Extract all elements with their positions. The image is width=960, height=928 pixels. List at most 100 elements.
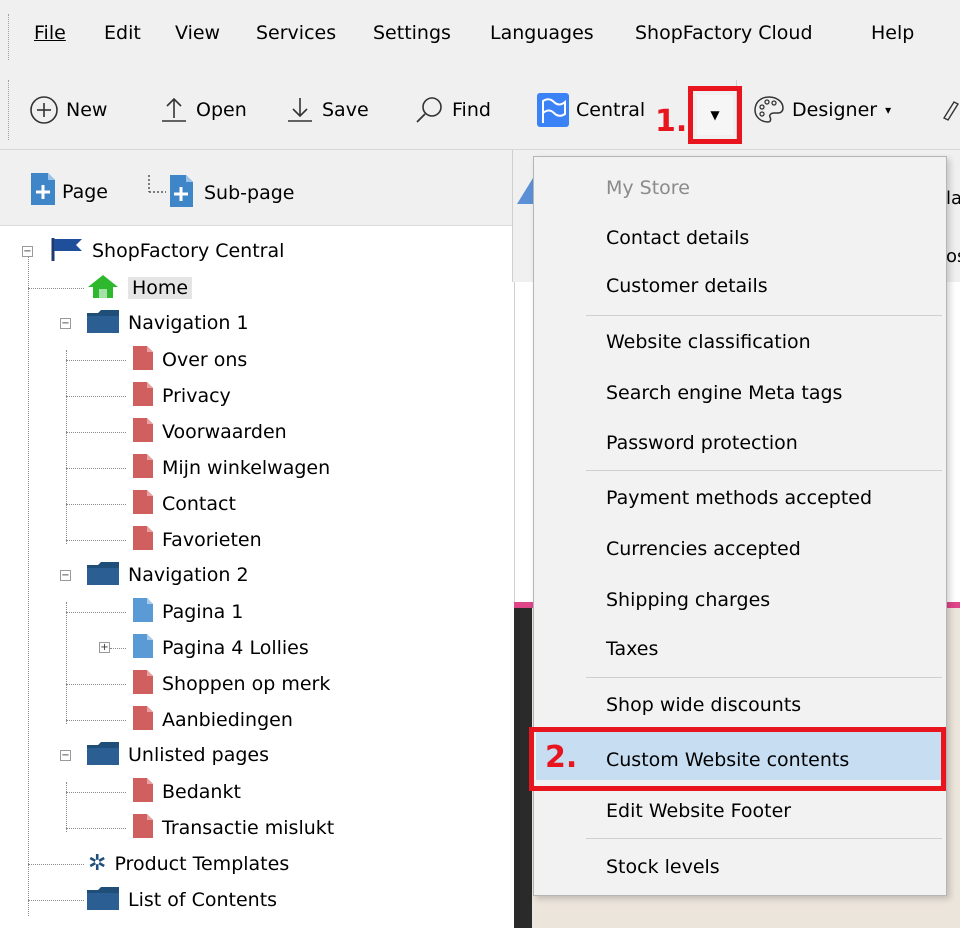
folder-icon <box>86 885 120 916</box>
pen-icon <box>940 94 960 126</box>
editor-text-fragment: la <box>946 188 960 209</box>
step1-label: 1. <box>655 104 688 139</box>
menu-separator <box>586 315 942 316</box>
page-toolbar: Page Sub-page <box>0 150 512 226</box>
tree-item-home[interactable]: Home <box>86 271 193 305</box>
page-icon <box>132 633 154 664</box>
tree-item-label: Favorieten <box>162 529 262 551</box>
palette-icon <box>752 94 786 126</box>
menu-item-taxes[interactable]: Taxes <box>606 638 658 660</box>
menu-item-search-engine-meta-tags[interactable]: Search engine Meta tags <box>606 382 842 404</box>
tree-item-page[interactable]: Privacy <box>132 379 231 413</box>
menu-languages[interactable]: Languages <box>490 22 594 44</box>
menu-services[interactable]: Services <box>256 22 336 44</box>
menu-item-currencies[interactable]: Currencies accepted <box>606 538 801 560</box>
tree-item-label: List of Contents <box>128 889 278 911</box>
tree-item-page[interactable]: Pagina 4 Lollies <box>132 631 309 665</box>
menu-item-shop-wide-discounts[interactable]: Shop wide discounts <box>606 694 801 716</box>
folder-icon <box>86 308 120 339</box>
tree-item-page[interactable]: Over ons <box>132 343 247 377</box>
tree-item-page[interactable]: Shoppen op merk <box>132 667 330 701</box>
page-icon <box>132 597 154 628</box>
collapse-toggle[interactable]: − <box>60 570 71 581</box>
tree-item-page[interactable]: Mijn winkelwagen <box>132 451 330 485</box>
tree-item-label: Bedankt <box>162 781 241 803</box>
add-page-button[interactable]: Page <box>30 172 108 211</box>
designer-button[interactable]: Designer ▾ <box>752 92 891 128</box>
page-icon <box>132 813 154 844</box>
open-button[interactable]: Open <box>158 92 247 128</box>
menu-item-website-classification[interactable]: Website classification <box>606 331 811 353</box>
find-button[interactable]: Find <box>414 92 491 128</box>
menu-item-shipping-charges[interactable]: Shipping charges <box>606 589 770 611</box>
menu-view[interactable]: View <box>175 22 220 44</box>
tree-root-label: ShopFactory Central <box>92 240 285 262</box>
tree-item-page[interactable]: Bedankt <box>132 775 241 809</box>
central-label: Central <box>576 99 646 121</box>
menu-separator <box>586 677 942 678</box>
folder-icon <box>86 560 120 591</box>
overflow-tool[interactable] <box>940 92 960 128</box>
menu-shopfactory-cloud[interactable]: ShopFactory Cloud <box>635 22 813 44</box>
editor-text-fragment: os <box>946 246 960 267</box>
step1-highlight-box <box>688 86 742 144</box>
tree-item-label: Contact <box>162 493 236 515</box>
tree-connector <box>28 288 84 289</box>
plus-circle-icon <box>28 94 60 126</box>
menu-settings[interactable]: Settings <box>373 22 451 44</box>
collapse-toggle[interactable]: − <box>60 750 71 761</box>
tree-item-label: Aanbiedingen <box>162 709 293 731</box>
menu-item-stock-levels[interactable]: Stock levels <box>606 856 720 878</box>
menu-item-payment-methods[interactable]: Payment methods accepted <box>606 487 872 509</box>
menu-file[interactable]: File <box>34 22 66 44</box>
page-icon <box>132 777 154 808</box>
tree-item-page[interactable]: Voorwaarden <box>132 415 287 449</box>
flag-icon <box>50 236 84 267</box>
tree-item-unlisted-pages[interactable]: Unlisted pages <box>86 738 269 772</box>
tree-item-label: Unlisted pages <box>128 744 269 766</box>
tree-item-navigation-2[interactable]: Navigation 2 <box>86 558 249 592</box>
tree-item-label: Voorwaarden <box>162 421 287 443</box>
tree-item-label: Product Templates <box>114 853 290 875</box>
tree-item-product-templates[interactable]: ✲ Product Templates <box>88 847 289 881</box>
tree-item-navigation-1[interactable]: Navigation 1 <box>86 306 249 340</box>
new-label: New <box>66 99 108 121</box>
menu-help[interactable]: Help <box>871 22 914 44</box>
expand-toggle[interactable]: + <box>99 642 110 653</box>
tree-item-page[interactable]: Contact <box>132 487 236 521</box>
tree-item-label: Shoppen op merk <box>162 673 331 695</box>
chevron-down-icon[interactable]: ▾ <box>885 103 891 117</box>
page-icon <box>132 705 154 736</box>
save-button[interactable]: Save <box>284 92 369 128</box>
new-button[interactable]: New <box>28 92 107 128</box>
tree-item-list-of-contents[interactable]: List of Contents <box>86 883 277 917</box>
step2-label: 2. <box>545 740 578 775</box>
page-icon <box>132 381 154 412</box>
folder-icon <box>86 740 120 771</box>
collapse-toggle[interactable]: − <box>22 246 33 257</box>
menu-edit[interactable]: Edit <box>104 22 141 44</box>
tree-item-page[interactable]: Transactie mislukt <box>132 811 334 845</box>
add-subpage-button[interactable]: Sub-page <box>146 172 294 213</box>
tree-item-label: Over ons <box>162 349 248 371</box>
menu-item-customer-details[interactable]: Customer details <box>606 275 768 297</box>
tree-item-partial[interactable]: ✲ <box>88 920 105 928</box>
tree-item-page[interactable]: Favorieten <box>132 523 262 557</box>
subpage-label: Sub-page <box>204 181 295 204</box>
tree-item-page[interactable]: Aanbiedingen <box>132 703 293 737</box>
add-page-icon <box>30 172 56 211</box>
page-icon <box>132 525 154 556</box>
tree-item-page[interactable]: Pagina 1 <box>132 595 243 629</box>
menu-item-password-protection[interactable]: Password protection <box>606 432 798 454</box>
menu-item-contact-details[interactable]: Contact details <box>606 227 749 249</box>
collapse-toggle[interactable]: − <box>60 318 71 329</box>
upload-arrow-icon <box>158 94 190 126</box>
menu-item-edit-website-footer[interactable]: Edit Website Footer <box>606 800 791 822</box>
search-icon <box>414 94 446 126</box>
toolbar-grip <box>8 80 10 140</box>
tree-item-label: Navigation 1 <box>128 312 249 334</box>
page-icon <box>132 417 154 448</box>
central-button[interactable]: Central <box>536 92 645 128</box>
menubar-grip <box>8 14 10 60</box>
tree-root[interactable]: ShopFactory Central <box>50 234 284 268</box>
